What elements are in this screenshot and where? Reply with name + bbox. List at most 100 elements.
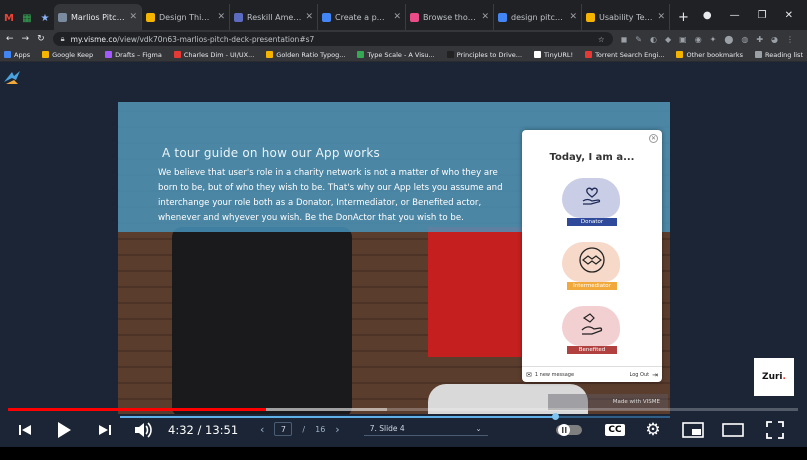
- back-icon[interactable]: ←: [6, 34, 14, 44]
- extension-icon[interactable]: ▣: [679, 35, 687, 44]
- video-viewport[interactable]: A tour guide on how our App works We bel…: [0, 62, 807, 460]
- time-display: 4:32 / 13:51: [168, 423, 239, 437]
- bookmark-item[interactable]: Charles Dim - UI/UX...: [173, 51, 254, 59]
- next-button[interactable]: [94, 418, 116, 442]
- next-slide-icon[interactable]: ›: [335, 423, 339, 436]
- browser-tab[interactable]: Usability Testing ✕: [582, 4, 670, 30]
- tab-title: Usability Testing: [599, 12, 653, 22]
- tab-title: Design Thinking Pl: [159, 12, 214, 22]
- duration: 13:51: [205, 423, 239, 437]
- bookmark-favicon-icon: [534, 51, 542, 58]
- extension-icon[interactable]: ⬤: [724, 35, 733, 44]
- slide-body: We believe that user's role in a charity…: [158, 168, 503, 223]
- slide-title: A tour guide on how our App works: [162, 146, 380, 160]
- tab-title: Reskill Americans |: [247, 12, 301, 22]
- puzzle-icon[interactable]: ✚: [756, 35, 763, 44]
- reload-icon[interactable]: ↻: [37, 34, 45, 44]
- bookmark-item[interactable]: Torrent Search Engi...: [585, 51, 664, 59]
- bookmarks-bar: Apps Google Keep Drafts – Figma Charles Dim…: [0, 48, 807, 62]
- volume-icon: [135, 422, 152, 438]
- prev-slide-icon[interactable]: ‹: [260, 423, 264, 436]
- bookmark-item[interactable]: Apps: [4, 51, 30, 59]
- browser-tab[interactable]: Browse thousands✕: [406, 4, 494, 30]
- previous-button[interactable]: [14, 418, 36, 442]
- volume-button[interactable]: [130, 418, 156, 442]
- bookmark-favicon-icon: [42, 51, 50, 58]
- avatar[interactable]: ◕: [771, 35, 778, 44]
- browser-tab[interactable]: Create a palette - C ✕: [318, 4, 406, 30]
- browser-tab[interactable]: Reskill Americans | ✕: [230, 4, 318, 30]
- bookmark-item[interactable]: Principles to Drive...: [446, 51, 522, 59]
- bookmark-item[interactable]: Type Scale - A Visu...: [357, 51, 435, 59]
- bookmark-item[interactable]: Google Keep: [42, 51, 93, 59]
- app-heading: Today, I am a...: [549, 152, 635, 163]
- browser-tab[interactable]: design pitch deck ✕: [494, 4, 582, 30]
- close-tab-icon[interactable]: ✕: [569, 12, 577, 22]
- other-bookmarks[interactable]: Other bookmarks: [676, 51, 743, 59]
- slide-progress-bar[interactable]: [120, 413, 670, 420]
- profile-icon[interactable]: ●: [703, 10, 712, 21]
- browser-toolbar: ← → ↻ 🔒︎ my.visme.co/view/vdk70n63-marli…: [0, 30, 807, 48]
- tab-title: Create a palette - C: [335, 12, 389, 22]
- tab-favicon-icon: [498, 12, 507, 22]
- sheets-icon[interactable]: ▦: [18, 6, 36, 30]
- slide-page-input[interactable]: 7: [274, 422, 293, 436]
- skip-previous-icon: [19, 425, 31, 435]
- miniplayer-button[interactable]: [680, 418, 706, 442]
- close-tab-icon[interactable]: ✕: [217, 12, 225, 22]
- close-tab-icon[interactable]: ✕: [305, 12, 313, 22]
- settings-button[interactable]: ⚙: [640, 418, 666, 442]
- browser-tabstrip: M ▦ ★ Marlios Pitch Deck✕Design Thinking…: [0, 0, 807, 30]
- extension-icon[interactable]: ◼: [621, 35, 628, 44]
- miniplayer-icon: [682, 422, 704, 438]
- menu-icon[interactable]: ⋮: [786, 35, 794, 44]
- video-progress-bar[interactable]: [8, 408, 798, 411]
- slide-select[interactable]: 7. Slide 4 ⌄: [363, 422, 488, 436]
- bookmark-item[interactable]: Golden Ratio Typog...: [266, 51, 345, 59]
- forward-icon[interactable]: →: [22, 34, 30, 44]
- bookmark-favicon-icon: [173, 51, 181, 58]
- tab-title: Marlios Pitch Deck: [71, 12, 125, 22]
- close-tab-icon[interactable]: ✕: [393, 12, 401, 22]
- restore-icon[interactable]: ❐: [758, 10, 767, 21]
- url-path: /view/vdk70n63-marlios-pitch-deck-presen…: [117, 34, 315, 44]
- address-bar[interactable]: 🔒︎ my.visme.co/view/vdk70n63-marlios-pit…: [52, 32, 613, 46]
- gmail-icon[interactable]: M: [0, 6, 18, 30]
- extension-icon[interactable]: ◐: [650, 35, 657, 44]
- pinned-tab-icon[interactable]: ★: [36, 6, 54, 30]
- slide-navigation: ‹ 7 / 16 › 7. Slide 4 ⌄: [260, 421, 488, 437]
- app-footer: ✉ 1 new message Log Out ⇥: [522, 366, 662, 382]
- extension-icon[interactable]: ◉: [695, 35, 702, 44]
- window-controls: ● — ❐ ✕: [703, 0, 807, 30]
- bookmark-favicon-icon: [585, 51, 593, 58]
- extension-icon[interactable]: ✦: [710, 35, 717, 44]
- play-button[interactable]: [52, 418, 76, 442]
- extension-icon[interactable]: ◆: [665, 35, 671, 44]
- close-tab-icon[interactable]: ✕: [481, 12, 489, 22]
- subtitles-button[interactable]: CC: [602, 418, 628, 442]
- browser-tab[interactable]: Design Thinking Pl✕: [142, 4, 230, 30]
- chevron-down-icon: ⌄: [475, 424, 482, 433]
- reading-list[interactable]: Reading list: [755, 51, 803, 59]
- extension-icon[interactable]: ✎: [635, 35, 642, 44]
- close-tab-icon[interactable]: ✕: [129, 12, 137, 22]
- autoplay-toggle[interactable]: [554, 418, 584, 442]
- close-tab-icon[interactable]: ✕: [657, 12, 665, 22]
- screen: M ▦ ★ Marlios Pitch Deck✕Design Thinking…: [0, 0, 807, 460]
- bookmark-item[interactable]: TinyURL!: [534, 51, 573, 59]
- url-domain: my.visme.co: [70, 34, 118, 44]
- folder-icon: [676, 51, 684, 58]
- fullscreen-button[interactable]: [762, 418, 788, 442]
- bookmark-star-icon[interactable]: ☆: [598, 35, 605, 44]
- tab-favicon-icon: [146, 12, 155, 22]
- minimize-icon[interactable]: —: [730, 10, 740, 21]
- new-tab-button[interactable]: +: [670, 4, 697, 30]
- close-window-icon[interactable]: ✕: [785, 10, 793, 21]
- tab-favicon-icon: [586, 12, 595, 22]
- browser-tab[interactable]: Marlios Pitch Deck ✕: [54, 4, 142, 30]
- bookmark-favicon-icon: [266, 51, 274, 58]
- bookmark-item[interactable]: Drafts – Figma: [105, 51, 162, 59]
- play-icon: [58, 422, 71, 438]
- extension-icon[interactable]: ◍: [741, 35, 748, 44]
- theater-mode-button[interactable]: [720, 418, 746, 442]
